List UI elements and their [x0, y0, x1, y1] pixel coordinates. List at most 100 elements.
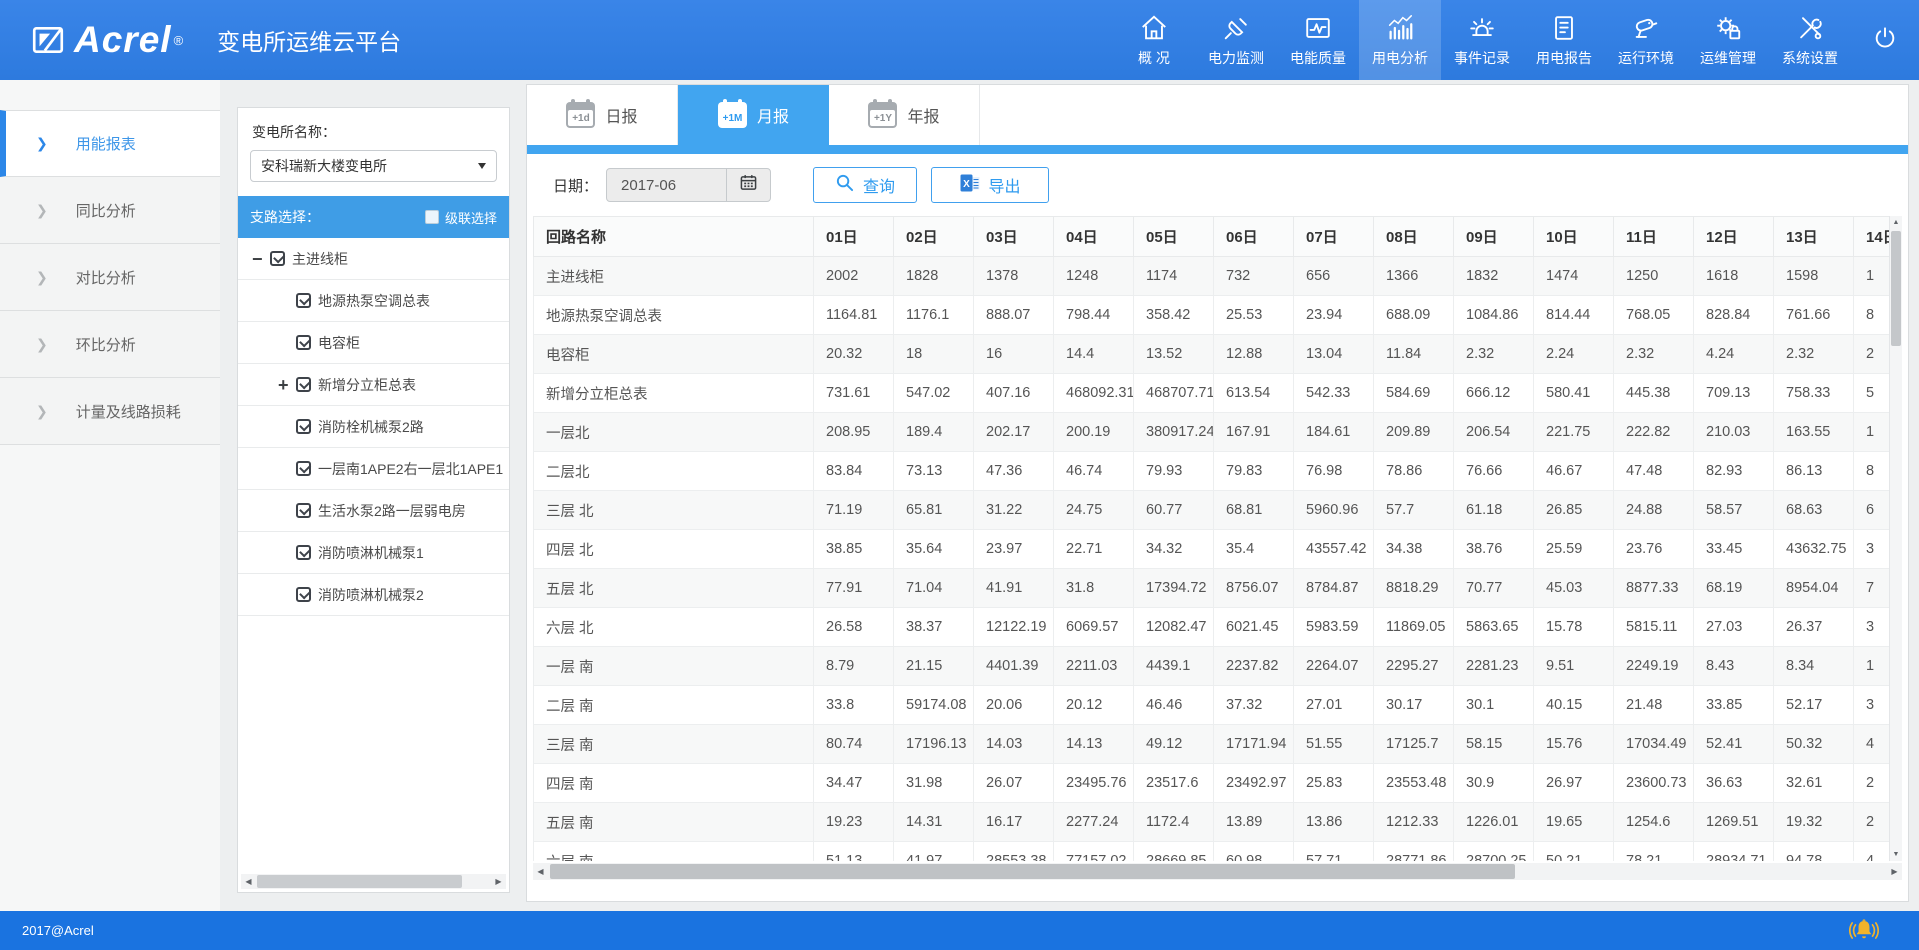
- value-cell: 43632.75: [1774, 530, 1854, 569]
- tree-node[interactable]: 生活水泵2路一层弱电房: [238, 490, 509, 532]
- tab-3[interactable]: +1Y 年报: [829, 85, 980, 145]
- checked-checkbox-icon[interactable]: [296, 377, 311, 392]
- table-vertical-scrollbar[interactable]: ▲ ▼: [1889, 216, 1902, 861]
- value-cell: 380917.24: [1134, 413, 1214, 452]
- value-cell: 15.78: [1534, 608, 1614, 647]
- nav-item-8[interactable]: 运维管理: [1687, 0, 1769, 80]
- power-button[interactable]: [1851, 24, 1919, 57]
- tab-2[interactable]: +1M 月报: [678, 85, 829, 145]
- value-cell: 73.13: [894, 452, 974, 491]
- tree-node[interactable]: 消防喷淋机械泵2: [238, 574, 509, 616]
- cascade-checkbox[interactable]: [425, 210, 439, 224]
- scroll-left-icon[interactable]: ◀: [533, 863, 548, 880]
- value-cell: 221.75: [1534, 413, 1614, 452]
- checked-checkbox-icon[interactable]: [296, 461, 311, 476]
- scroll-left-icon[interactable]: ◀: [241, 874, 256, 889]
- value-cell: 8.79: [814, 647, 894, 686]
- table-header-row: 回路名称01日02日03日04日05日06日07日08日09日10日11日12日…: [534, 217, 1903, 257]
- tree-node[interactable]: 电容柜: [238, 322, 509, 364]
- date-picker-button[interactable]: [726, 169, 770, 201]
- checked-checkbox-icon[interactable]: [270, 251, 285, 266]
- export-button[interactable]: X 导出: [931, 167, 1049, 203]
- value-cell: 34.47: [814, 764, 894, 803]
- tools-icon: [1795, 13, 1825, 43]
- checked-checkbox-icon[interactable]: [296, 419, 311, 434]
- table-row: 五层 北77.9171.0441.9131.817394.728756.0787…: [534, 569, 1903, 608]
- station-select[interactable]: 安科瑞新大楼变电所: [250, 150, 497, 182]
- scroll-up-icon[interactable]: ▲: [1890, 216, 1902, 229]
- value-cell: 1618: [1694, 257, 1774, 296]
- checked-checkbox-icon[interactable]: [296, 503, 311, 518]
- nav-item-3[interactable]: 电能质量: [1277, 0, 1359, 80]
- camera-icon: [1631, 13, 1661, 43]
- tree-horizontal-scrollbar[interactable]: ◀ ▶: [241, 874, 506, 889]
- checked-checkbox-icon[interactable]: [296, 587, 311, 602]
- tab-1[interactable]: +1d 日报: [527, 85, 678, 145]
- gear-lock-icon: [1713, 13, 1743, 43]
- nav-item-9[interactable]: 系统设置: [1769, 0, 1851, 80]
- value-cell: 28934.71: [1694, 842, 1774, 862]
- value-cell: 43557.42: [1294, 530, 1374, 569]
- collapse-icon[interactable]: −: [252, 250, 270, 268]
- value-cell: 200.19: [1054, 413, 1134, 452]
- value-cell: 6069.57: [1054, 608, 1134, 647]
- tree-node[interactable]: 消防喷淋机械泵1: [238, 532, 509, 574]
- sidebar-item-3[interactable]: ❯ 对比分析: [0, 244, 220, 311]
- value-cell: 51.13: [814, 842, 894, 862]
- scrollbar-thumb[interactable]: [257, 875, 462, 888]
- nav-item-6[interactable]: 用电报告: [1523, 0, 1605, 80]
- value-cell: 2249.19: [1614, 647, 1694, 686]
- alarm-bell-button[interactable]: [1847, 916, 1881, 945]
- date-input[interactable]: 2017-06: [607, 169, 726, 201]
- tree-node[interactable]: 地源热泵空调总表: [238, 280, 509, 322]
- value-cell: 828.84: [1694, 296, 1774, 335]
- value-cell: 5815.11: [1614, 608, 1694, 647]
- scrollbar-thumb[interactable]: [550, 864, 1515, 879]
- value-cell: 1250: [1614, 257, 1694, 296]
- value-cell: 35.4: [1214, 530, 1294, 569]
- expand-icon[interactable]: +: [278, 376, 296, 394]
- nav-item-1[interactable]: 概 况: [1113, 0, 1195, 80]
- scrollbar-thumb[interactable]: [1891, 231, 1901, 346]
- scroll-right-icon[interactable]: ▶: [1887, 863, 1902, 880]
- circuit-name-cell: 五层 南: [534, 803, 814, 842]
- checked-checkbox-icon[interactable]: [296, 545, 311, 560]
- power-icon: [1871, 24, 1899, 57]
- nav-item-2[interactable]: 电力监测: [1195, 0, 1277, 80]
- value-cell: 407.16: [974, 374, 1054, 413]
- tree-node[interactable]: 消防栓机械泵2路: [238, 406, 509, 448]
- value-cell: 16: [974, 335, 1054, 374]
- value-cell: 46.74: [1054, 452, 1134, 491]
- nav-item-4[interactable]: 用电分析: [1359, 0, 1441, 80]
- checked-checkbox-icon[interactable]: [296, 293, 311, 308]
- sidebar-item-1[interactable]: ❯ 用能报表: [0, 110, 220, 177]
- tree-node[interactable]: − 主进线柜: [238, 238, 509, 280]
- value-cell: 23517.6: [1134, 764, 1214, 803]
- value-cell: 445.38: [1614, 374, 1694, 413]
- query-button[interactable]: 查询: [813, 167, 917, 203]
- calendar-icon: +1Y: [868, 102, 897, 128]
- cascade-select[interactable]: 级联选择: [425, 208, 497, 227]
- nav-item-7[interactable]: 运行环境: [1605, 0, 1687, 80]
- value-cell: 78.21: [1614, 842, 1694, 862]
- scroll-down-icon[interactable]: ▼: [1890, 848, 1902, 861]
- tree-node[interactable]: 一层南1APE2右一层北1APE1: [238, 448, 509, 490]
- value-cell: 23495.76: [1054, 764, 1134, 803]
- sidebar-item-4[interactable]: ❯ 环比分析: [0, 311, 220, 378]
- checked-checkbox-icon[interactable]: [296, 335, 311, 350]
- table-horizontal-scrollbar[interactable]: ◀ ▶: [533, 863, 1902, 880]
- caret-down-icon: [478, 163, 486, 169]
- tree-node[interactable]: + 新增分立柜总表: [238, 364, 509, 406]
- nav-item-5[interactable]: 事件记录: [1441, 0, 1523, 80]
- value-cell: 8877.33: [1614, 569, 1694, 608]
- sidebar-item-5[interactable]: ❯ 计量及线路损耗: [0, 378, 220, 445]
- sidebar-item-2[interactable]: ❯ 同比分析: [0, 177, 220, 244]
- value-cell: 65.81: [894, 491, 974, 530]
- value-cell: 202.17: [974, 413, 1054, 452]
- value-cell: 28700.25: [1454, 842, 1534, 862]
- value-cell: 2281.23: [1454, 647, 1534, 686]
- value-cell: 1176.1: [894, 296, 974, 335]
- value-cell: 222.82: [1614, 413, 1694, 452]
- circuit-name-cell: 二层 南: [534, 686, 814, 725]
- scroll-right-icon[interactable]: ▶: [491, 874, 506, 889]
